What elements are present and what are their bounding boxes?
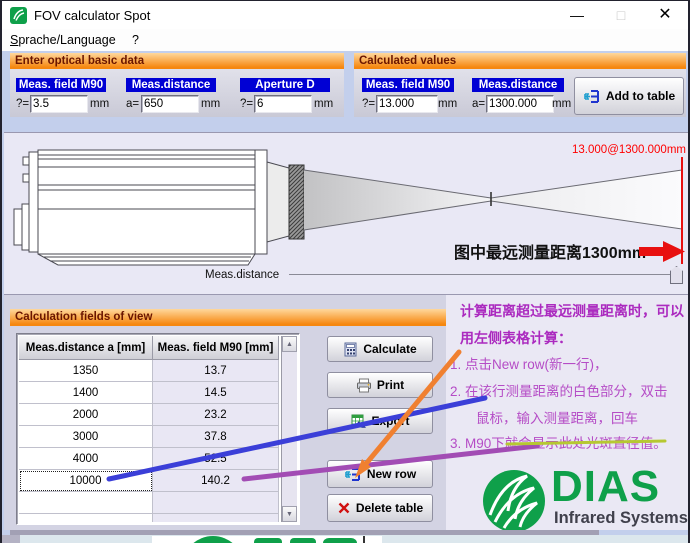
app-logo-icon bbox=[10, 7, 27, 24]
table-filler bbox=[153, 514, 279, 522]
aperture-input[interactable] bbox=[254, 95, 312, 113]
calc-meas-distance-unit: mm bbox=[552, 98, 571, 110]
dias-logo-text: DIAS bbox=[551, 465, 660, 509]
table-cell[interactable]: 140.2 bbox=[153, 470, 279, 492]
aperture-prefix: ?= bbox=[240, 98, 253, 110]
delete-table-label: Delete table bbox=[356, 501, 423, 515]
max-distance-note: 图中最远测量距离1300mm bbox=[454, 243, 646, 262]
note-line: 2. 在该行测量距离的白色部分，双击 bbox=[450, 380, 668, 400]
table-filler bbox=[19, 514, 153, 522]
table-cell[interactable]: 1350 bbox=[19, 360, 153, 382]
menu-language-text: prache/Language bbox=[18, 33, 115, 47]
table-cell[interactable]: 23.2 bbox=[153, 404, 279, 426]
background-window-sliver bbox=[2, 535, 690, 543]
print-label: Print bbox=[377, 378, 404, 392]
table-cell[interactable]: 2000 bbox=[19, 404, 153, 426]
distance-slider-track[interactable] bbox=[289, 274, 670, 275]
table-cell[interactable]: 13.7 bbox=[153, 360, 279, 382]
meas-field-label: Meas. field M90 bbox=[16, 78, 106, 92]
delete-table-button[interactable]: Delete table bbox=[327, 494, 433, 522]
aperture-label: Aperture D bbox=[240, 78, 330, 92]
measurement-beam bbox=[304, 170, 682, 230]
fov-calculator-window: FOV calculator Spot — □ ✕ Sprache/Langua… bbox=[0, 0, 690, 543]
new-row-button[interactable]: New row bbox=[327, 460, 433, 488]
new-row-label: New row bbox=[367, 467, 416, 481]
calculated-values-panel: Calculated values Meas. field M90 Meas.d… bbox=[354, 53, 686, 117]
calc-meas-distance-value[interactable] bbox=[486, 95, 554, 113]
spot-size-label: 13.000@1300.000mm bbox=[572, 144, 686, 156]
printer-icon bbox=[356, 378, 372, 393]
fov-diagram: 13.000@1300.000mm 图中最远测量距离1300mm bbox=[4, 132, 690, 295]
calc-meas-field-value[interactable] bbox=[376, 95, 438, 113]
print-button[interactable]: Print bbox=[327, 372, 433, 398]
meas-distance-prefix: a= bbox=[126, 98, 139, 110]
meas-distance-label: Meas.distance bbox=[126, 78, 216, 92]
scroll-up-icon[interactable]: ▲ bbox=[282, 336, 297, 352]
calculate-label: Calculate bbox=[363, 342, 416, 356]
table-cell-selected[interactable]: 10000 bbox=[19, 470, 153, 492]
scroll-down-icon[interactable]: ▼ bbox=[282, 506, 297, 522]
delete-icon bbox=[337, 501, 351, 515]
add-to-table-icon bbox=[583, 89, 601, 104]
dias-logo-subtitle: Infrared Systems bbox=[554, 509, 688, 528]
meas-distance-input[interactable] bbox=[141, 95, 199, 113]
title-bar: FOV calculator Spot — □ ✕ bbox=[2, 1, 688, 29]
sensor-device-drawing bbox=[14, 150, 304, 265]
table-cell[interactable]: 1400 bbox=[19, 382, 153, 404]
table-cell[interactable]: 14.5 bbox=[153, 382, 279, 404]
table-cell[interactable]: 3000 bbox=[19, 426, 153, 448]
add-to-table-label: Add to table bbox=[606, 89, 675, 103]
dias-logo-icon bbox=[482, 469, 546, 533]
basic-data-panel: Enter optical basic data Meas. field M90… bbox=[10, 53, 344, 117]
meas-distance-unit: mm bbox=[201, 98, 220, 110]
table-cell[interactable]: 52.5 bbox=[153, 448, 279, 470]
calc-meas-field-prefix: ?= bbox=[362, 98, 375, 110]
calc-meas-distance-label: Meas.distance bbox=[472, 78, 564, 92]
calc-meas-distance-prefix: a= bbox=[472, 98, 485, 110]
note-line: 用左侧表格计算： bbox=[460, 328, 572, 348]
maximize-button: □ bbox=[604, 1, 638, 29]
meas-field-unit: mm bbox=[90, 98, 109, 110]
add-to-table-button[interactable]: Add to table bbox=[574, 77, 684, 115]
note-line: 鼠标，输入测量距离，回车 bbox=[476, 407, 638, 427]
close-button[interactable]: ✕ bbox=[648, 1, 682, 29]
menu-item-language[interactable]: Sprache/Language bbox=[10, 33, 116, 47]
table-cell-empty[interactable] bbox=[153, 492, 279, 514]
distance-slider-label: Meas.distance bbox=[205, 269, 279, 281]
calc-meas-field-label: Meas. field M90 bbox=[362, 78, 454, 92]
menu-item-help[interactable]: ? bbox=[132, 33, 139, 47]
calculated-values-header: Calculated values bbox=[354, 53, 686, 69]
window-title: FOV calculator Spot bbox=[34, 8, 150, 23]
fov-table: Meas.distance a [mm] Meas. field M90 [mm… bbox=[16, 333, 300, 525]
calculator-icon bbox=[343, 342, 358, 357]
meas-field-input[interactable] bbox=[30, 95, 88, 113]
table-cell-empty[interactable] bbox=[19, 492, 153, 514]
column-header-distance[interactable]: Meas.distance a [mm] bbox=[19, 336, 153, 360]
minimize-button[interactable]: — bbox=[560, 1, 594, 29]
note-line: 计算距离超过最远测量距离时，可以 bbox=[460, 301, 684, 321]
meas-field-prefix: ?= bbox=[16, 98, 29, 110]
table-section-header: Calculation fields of view bbox=[10, 309, 446, 326]
export-button[interactable]: Export bbox=[327, 408, 433, 434]
calculate-button[interactable]: Calculate bbox=[327, 336, 433, 362]
basic-data-header: Enter optical basic data bbox=[10, 53, 344, 69]
export-label: Export bbox=[371, 414, 409, 428]
new-row-icon bbox=[344, 467, 362, 482]
export-icon bbox=[350, 414, 366, 429]
table-cell[interactable]: 4000 bbox=[19, 448, 153, 470]
note-line: 1. 点击New row(新一行)， bbox=[450, 353, 608, 373]
table-scrollbar[interactable]: ▲ ▼ bbox=[281, 336, 297, 522]
column-header-field[interactable]: Meas. field M90 [mm] bbox=[153, 336, 279, 360]
note-line: 3. M90下就会显示此处光斑直径值。 bbox=[450, 432, 667, 452]
table-cell[interactable]: 37.8 bbox=[153, 426, 279, 448]
calc-meas-field-unit: mm bbox=[438, 98, 457, 110]
aperture-unit: mm bbox=[314, 98, 333, 110]
